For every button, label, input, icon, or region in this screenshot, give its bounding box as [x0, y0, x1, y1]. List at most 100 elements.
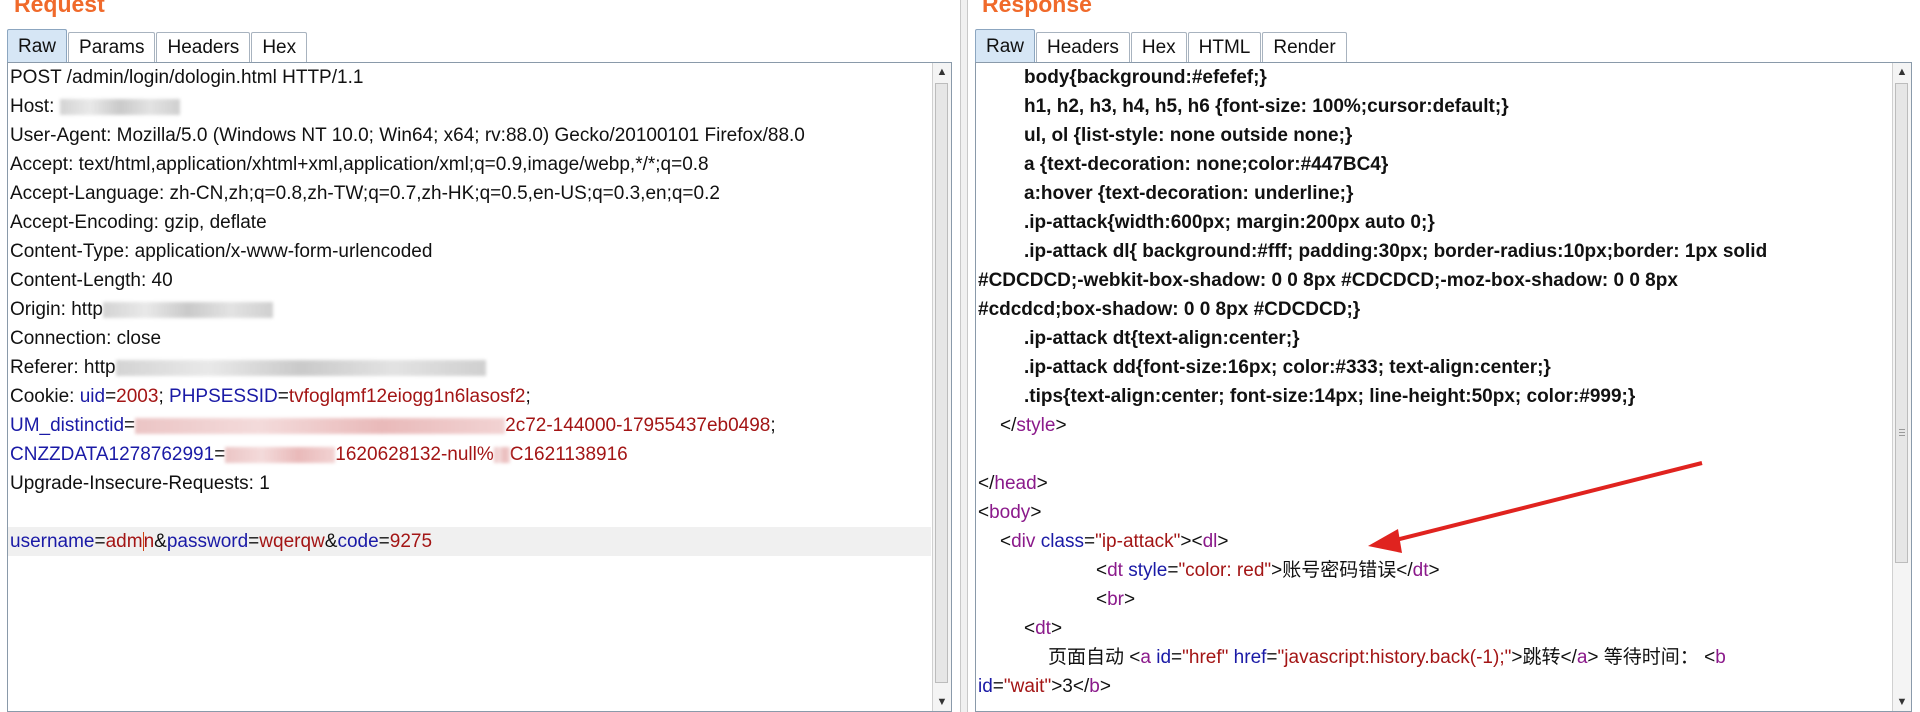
request-editor[interactable]: POST /admin/login/dologin.html HTTP/1.1 … — [7, 62, 952, 712]
param-key: code — [337, 531, 379, 552]
response-panel: Response Raw Headers Hex HTML Render bod… — [968, 0, 1920, 712]
html-line: <dt> — [1024, 618, 1063, 639]
grip-icon — [1899, 435, 1905, 436]
html-line: <br> — [1096, 589, 1136, 610]
tag-name: dl — [1202, 531, 1218, 552]
tag-name: dt — [1035, 618, 1051, 639]
attr-name: id — [978, 676, 993, 697]
plain-text: 3 — [1062, 676, 1073, 697]
redacted-cookie — [493, 446, 510, 463]
host-label: Host: — [10, 96, 60, 117]
request-scrollbar[interactable]: ▲ ▼ — [932, 63, 951, 711]
request-line: CNZZDATA1278762991= 1620628132-null% C1621… — [10, 444, 628, 465]
tag-name: head — [994, 473, 1037, 494]
tab-response-html[interactable]: HTML — [1187, 32, 1262, 62]
redacted-cookie — [135, 417, 506, 434]
redacted-referer — [115, 359, 486, 376]
tag-name: div — [1011, 531, 1036, 552]
tab-request-headers[interactable]: Headers — [156, 32, 251, 62]
css-line: .ip-attack dl{ background:#fff; padding:… — [1024, 241, 1768, 262]
tag-name: dt — [1412, 560, 1429, 581]
param-key: username — [10, 531, 95, 552]
attr-name: style — [1128, 560, 1168, 581]
request-line: Accept: text/html,application/xhtml+xml,… — [10, 154, 709, 175]
request-line: Upgrade-Insecure-Requests: 1 — [10, 473, 270, 494]
request-line: Host: — [8, 92, 931, 121]
tab-request-params[interactable]: Params — [68, 32, 156, 62]
plain-text: 等待时间： — [1598, 647, 1705, 668]
request-line: Content-Type: application/x-www-form-url… — [10, 241, 433, 262]
html-line: <div class="ip-attack"><dl> — [1000, 531, 1229, 552]
attr-value: "javascript:history.back(-1);" — [1277, 647, 1512, 668]
css-line: ul, ol {list-style: none outside none;} — [1024, 125, 1353, 146]
request-line: Origin: http — [8, 295, 931, 324]
request-line: Connection: close — [10, 328, 162, 349]
html-line: <dt style="color: red">账号密码错误</dt> — [1096, 560, 1440, 581]
html-line-blank — [976, 440, 1891, 469]
request-line: Accept-Encoding: gzip, deflate — [10, 212, 267, 233]
tag-name: dt — [1107, 560, 1123, 581]
tag-name: br — [1107, 589, 1125, 610]
scroll-up-icon[interactable]: ▲ — [933, 63, 951, 81]
param-value: wqerqw — [259, 531, 325, 552]
cookie-key: PHPSESSID — [169, 386, 278, 407]
tag-name: b — [1089, 676, 1100, 697]
html-line: 页面自动 <a id="href" href="javascript:histo… — [1048, 647, 1726, 668]
request-line: Referer: http — [8, 353, 931, 382]
css-line: .ip-attack dd{font-size:16px; color:#333… — [1024, 357, 1551, 378]
css-line: h1, h2, h3, h4, h5, h6 {font-size: 100%;… — [1024, 96, 1509, 117]
tag-name: b — [1715, 647, 1726, 668]
tag-name: a — [1576, 647, 1588, 668]
request-tabbar: Raw Params Headers Hex — [7, 28, 308, 62]
redacted-origin — [102, 301, 273, 318]
scroll-down-icon[interactable]: ▼ — [1893, 693, 1911, 711]
tag-name: body — [989, 502, 1031, 523]
tab-response-render[interactable]: Render — [1262, 32, 1347, 62]
request-line: UM_distinctid= 2c72-144000-17955437eb0498… — [10, 415, 776, 436]
tab-request-hex[interactable]: Hex — [251, 32, 308, 62]
response-scrollbar[interactable]: ▲ ▼ — [1892, 63, 1911, 711]
param-value: n — [143, 531, 155, 552]
css-line: .tips{text-align:center; font-size:14px;… — [1024, 386, 1636, 407]
scroll-up-icon[interactable]: ▲ — [1893, 63, 1911, 81]
request-title: Request — [14, 0, 105, 17]
scroll-thumb[interactable] — [1895, 83, 1908, 563]
request-line: POST /admin/login/dologin.html HTTP/1.1 — [10, 67, 364, 88]
error-message-text: 账号密码错误 — [1282, 560, 1397, 581]
plain-text: 跳转 — [1522, 647, 1561, 668]
scroll-thumb[interactable] — [935, 83, 948, 683]
scroll-down-icon[interactable]: ▼ — [933, 693, 951, 711]
attr-value: "color: red" — [1178, 560, 1272, 581]
cookie-value: 1620628132-null% — [335, 444, 494, 465]
tab-response-raw[interactable]: Raw — [975, 29, 1036, 62]
response-editor[interactable]: body{background:#efefef;} h1, h2, h3, h4… — [975, 62, 1912, 712]
tab-response-hex[interactable]: Hex — [1130, 32, 1187, 62]
redacted-host — [59, 98, 180, 115]
response-lines: body{background:#efefef;} h1, h2, h3, h4… — [976, 63, 1891, 701]
cookie-value: C1621138916 — [509, 444, 628, 465]
css-line: body{background:#efefef;} — [1024, 67, 1267, 88]
cookie-key: UM_distinctid — [10, 415, 125, 436]
attr-name: href — [1233, 647, 1267, 668]
request-line-blank — [8, 498, 931, 527]
tab-response-headers[interactable]: Headers — [1036, 32, 1130, 62]
split-divider[interactable] — [960, 0, 968, 712]
cookie-label: Cookie: — [10, 386, 80, 407]
param-key: password — [166, 531, 249, 552]
tab-request-raw[interactable]: Raw — [7, 29, 68, 62]
css-line: .ip-attack dt{text-align:center;} — [1024, 328, 1300, 349]
request-panel: Request Raw Params Headers Hex POST /adm… — [0, 0, 960, 712]
param-value: adm — [105, 531, 143, 552]
cookie-value: 2c72-144000-17955437eb0498 — [505, 415, 771, 436]
html-line: </style> — [1000, 415, 1067, 436]
grip-icon — [1899, 429, 1905, 430]
html-line: id="wait">3</b> — [978, 676, 1111, 697]
css-line: a:hover {text-decoration: underline;} — [1024, 183, 1354, 204]
request-line: Cookie: uid=2003; PHPSESSID=tvfoglqmf12e… — [10, 386, 531, 407]
cookie-value: 2003 — [116, 386, 159, 407]
css-line: #CDCDCD;-webkit-box-shadow: 0 0 8px #CDC… — [978, 270, 1678, 291]
request-line: Content-Length: 40 — [10, 270, 173, 291]
cookie-key: CNZZDATA1278762991 — [10, 444, 215, 465]
html-line: </head> — [978, 473, 1048, 494]
grip-icon — [1899, 432, 1905, 433]
